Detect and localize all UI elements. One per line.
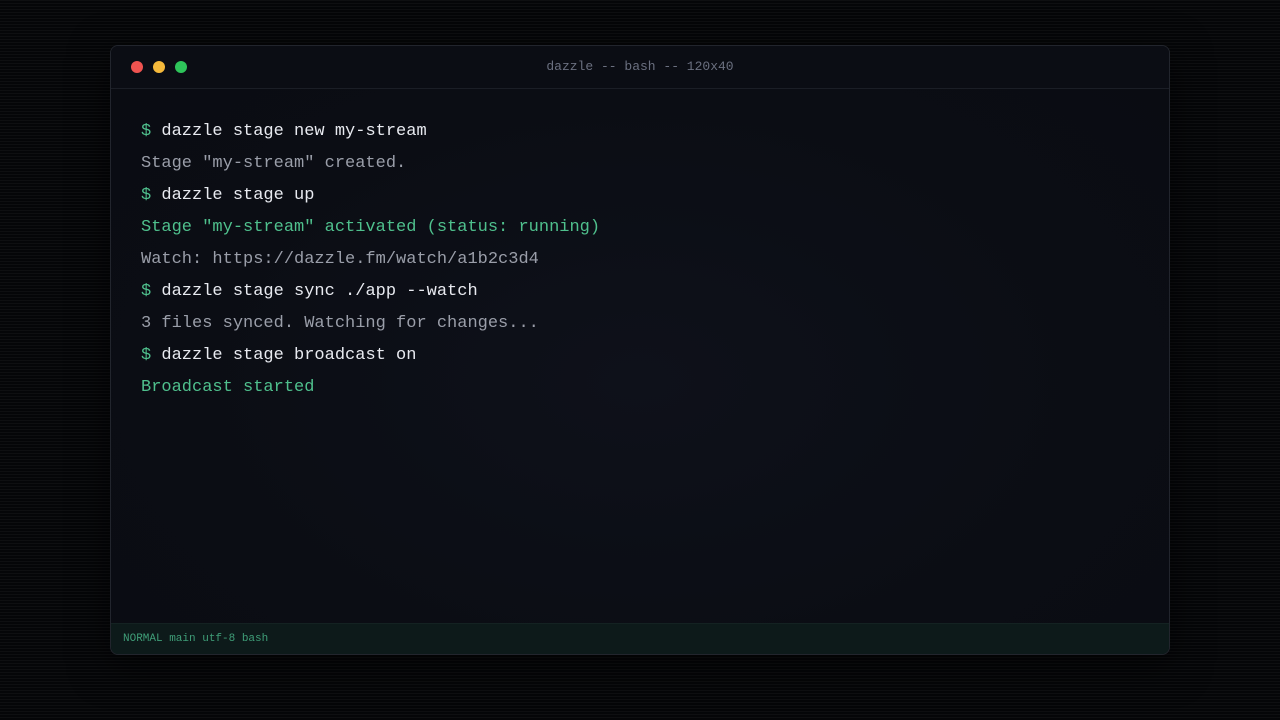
terminal-window[interactable]: dazzle -- bash -- 120x40 $ dazzle stage … [110, 45, 1170, 655]
command-text: dazzle stage sync ./app --watch [161, 282, 478, 301]
terminal-line-output: 3 files synced. Watching for changes... [141, 314, 539, 333]
terminal-line-success: Stage "my-stream" activated (status: run… [141, 218, 601, 237]
prompt-symbol: $ [141, 186, 152, 205]
command-text: dazzle stage broadcast on [161, 346, 417, 365]
terminal-line-command: $ dazzle stage sync ./app --watch [141, 276, 1139, 308]
prompt-symbol: $ [141, 122, 152, 141]
title-bar[interactable]: dazzle -- bash -- 120x40 [111, 46, 1169, 89]
terminal-line-output: Stage "my-stream" created. [141, 154, 407, 173]
terminal-line-output: Watch: https://dazzle.fm/watch/a1b2c3d4 [141, 250, 539, 269]
command-text: dazzle stage up [161, 186, 315, 205]
terminal-line-command: $ dazzle stage broadcast on [141, 340, 1139, 372]
terminal-line-command: $ dazzle stage new my-stream [141, 116, 1139, 148]
terminal-line-command: $ dazzle stage up [141, 180, 1139, 212]
prompt-symbol: $ [141, 282, 152, 301]
prompt-symbol: $ [141, 346, 152, 365]
window-title: dazzle -- bash -- 120x40 [546, 59, 734, 74]
terminal-line-success: Broadcast started [141, 378, 315, 397]
command-text: dazzle stage new my-stream [161, 122, 427, 141]
status-text: NORMAL main utf-8 bash [123, 633, 269, 645]
terminal-output[interactable]: $ dazzle stage new my-stream Stage "my-s… [141, 116, 1139, 404]
status-bar: NORMAL main utf-8 bash [111, 623, 1169, 654]
